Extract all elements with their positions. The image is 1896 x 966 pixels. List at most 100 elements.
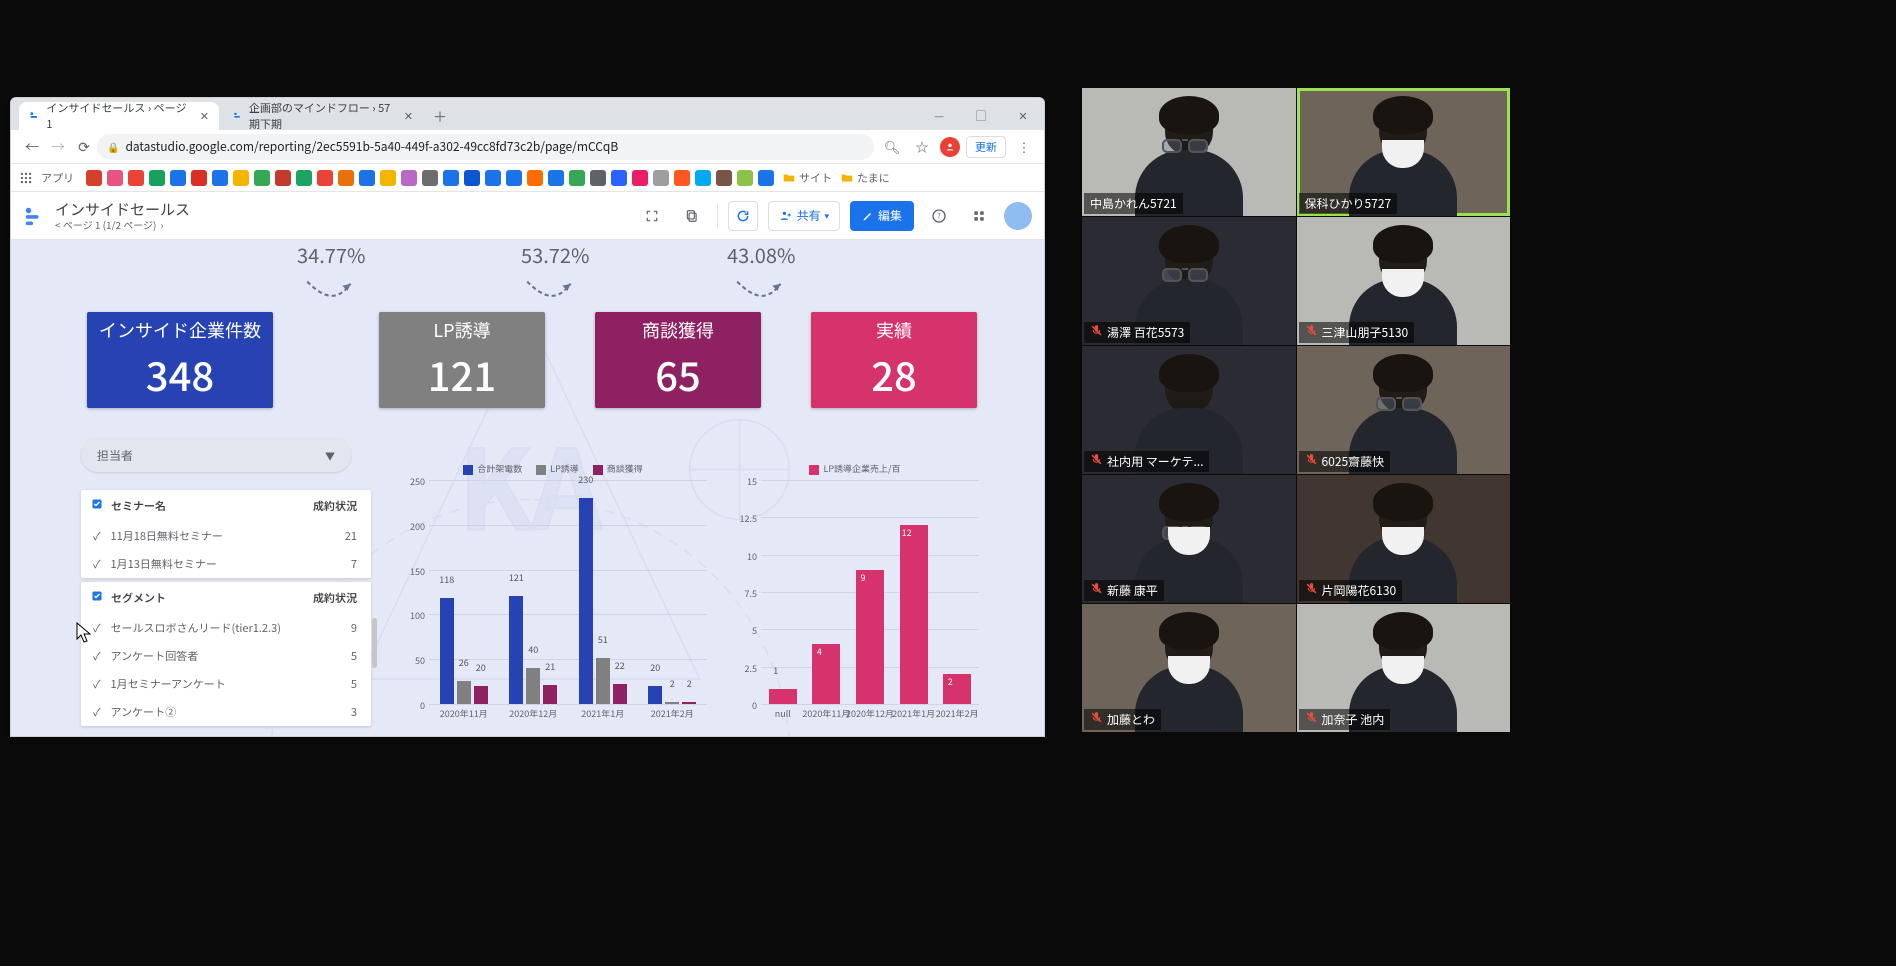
chrome-menu[interactable]: ⋮: [1012, 137, 1036, 156]
seminar-row-1[interactable]: ✓1月13日無料セミナー7: [81, 550, 371, 578]
kpi-card-0[interactable]: インサイド企業件数348: [87, 312, 273, 408]
refresh-data-button[interactable]: [728, 201, 758, 231]
tab-1-close[interactable]: ✕: [404, 108, 413, 124]
new-tab-button[interactable]: ＋: [427, 104, 453, 130]
bookmark-icon-9[interactable]: [275, 170, 291, 186]
video-tile-8[interactable]: 加藤とわ: [1082, 604, 1296, 732]
bookmark-icon-11[interactable]: [317, 170, 333, 186]
bookmark-icon-16[interactable]: [422, 170, 438, 186]
video-tile-5[interactable]: 6025齋藤快: [1297, 346, 1511, 474]
video-tile-3[interactable]: 三津山朋子5130: [1297, 217, 1511, 345]
scrollbar-thumb[interactable]: [372, 618, 377, 668]
bar[interactable]: [769, 689, 797, 704]
bookmarks-apps-label[interactable]: アプリ: [41, 170, 74, 186]
bookmark-icon-19[interactable]: [485, 170, 501, 186]
bar[interactable]: [457, 681, 471, 704]
nav-reload[interactable]: ⟳: [71, 137, 97, 157]
chrome-profile-badge[interactable]: [940, 137, 960, 157]
segment-row-2[interactable]: ✓1月セミナーアンケート5: [81, 670, 371, 698]
bar[interactable]: [509, 596, 523, 704]
user-avatar[interactable]: [1004, 202, 1032, 230]
bar[interactable]: [474, 686, 488, 704]
bar[interactable]: [579, 498, 593, 704]
checkbox-icon[interactable]: [91, 498, 103, 514]
fullscreen-icon[interactable]: [637, 201, 667, 231]
segment-row-3[interactable]: ✓アンケート②3: [81, 698, 371, 726]
bookmark-icon-7[interactable]: [233, 170, 249, 186]
nav-fwd[interactable]: →: [45, 137, 71, 157]
help-icon[interactable]: ?: [924, 201, 954, 231]
tab-1[interactable]: 企画部のマインドフロー › 57期下期 ✕: [223, 102, 423, 130]
kpi-card-1[interactable]: LP誘導121: [379, 312, 545, 408]
bookmark-icon-13[interactable]: [359, 170, 375, 186]
tab-0-close[interactable]: ✕: [200, 108, 209, 124]
bar[interactable]: [856, 570, 884, 704]
video-tile-7[interactable]: 片岡陽花6130: [1297, 475, 1511, 603]
bookmark-folder-0[interactable]: サイト: [782, 170, 832, 186]
video-tile-6[interactable]: 新藤 康平: [1082, 475, 1296, 603]
bookmark-icon-2[interactable]: [128, 170, 144, 186]
kpi-card-3[interactable]: 実績28: [811, 312, 977, 408]
bookmark-icon-20[interactable]: [506, 170, 522, 186]
omnibox[interactable]: 🔒 datastudio.google.com/reporting/2ec559…: [97, 134, 874, 160]
apps-icon[interactable]: [19, 171, 33, 185]
share-button[interactable]: 共有 ▾: [768, 201, 840, 231]
bookmark-icon-21[interactable]: [527, 170, 543, 186]
assignee-selector[interactable]: 担当者 ▼: [81, 438, 351, 472]
copy-icon[interactable]: [677, 201, 707, 231]
tab-0[interactable]: インサイドセールス › ページ 1 ✕: [19, 102, 219, 130]
grid-mode-icon[interactable]: [964, 201, 994, 231]
bookmark-icon-30[interactable]: [716, 170, 732, 186]
bookmark-icon-8[interactable]: [254, 170, 270, 186]
video-tile-2[interactable]: 湯澤 百花5573: [1082, 217, 1296, 345]
bookmark-icon-6[interactable]: [212, 170, 228, 186]
win-max[interactable]: ▢: [960, 102, 1002, 130]
chrome-update-button[interactable]: 更新: [966, 136, 1006, 158]
bar[interactable]: [648, 686, 662, 704]
kpi-card-2[interactable]: 商談獲得65: [595, 312, 761, 408]
bookmark-icon-27[interactable]: [653, 170, 669, 186]
bookmark-icon-10[interactable]: [296, 170, 312, 186]
segment-row-0[interactable]: ✓セールスロボさんリード(tier1.2.3)9: [81, 614, 371, 642]
bar[interactable]: [526, 668, 540, 704]
bookmark-icon-22[interactable]: [548, 170, 564, 186]
bookmark-icon-15[interactable]: [401, 170, 417, 186]
video-tile-1[interactable]: 保科ひかり5727: [1297, 88, 1511, 216]
page-indicator[interactable]: < ページ 1 (1/2 ページ) ›: [55, 219, 190, 231]
video-tile-9[interactable]: 加奈子 池内: [1297, 604, 1511, 732]
bookmark-icon-0[interactable]: [86, 170, 102, 186]
edit-button[interactable]: 編集: [850, 201, 914, 231]
bookmark-icon-12[interactable]: [338, 170, 354, 186]
bar[interactable]: [900, 525, 928, 704]
bookmark-icon-23[interactable]: [569, 170, 585, 186]
bar[interactable]: [665, 702, 679, 704]
video-tile-0[interactable]: 中島かれん5721: [1082, 88, 1296, 216]
bookmark-icon-18[interactable]: [464, 170, 480, 186]
bar[interactable]: [596, 658, 610, 704]
bookmark-icon-1[interactable]: [107, 170, 123, 186]
win-close[interactable]: ✕: [1002, 102, 1044, 130]
star-icon[interactable]: ☆: [910, 137, 934, 156]
bookmark-folder-1[interactable]: たまに: [840, 170, 890, 186]
bookmark-icon-29[interactable]: [695, 170, 711, 186]
video-tile-4[interactable]: 社内用 マーケテ...: [1082, 346, 1296, 474]
bar[interactable]: [613, 684, 627, 704]
bar[interactable]: [682, 702, 696, 704]
nav-back[interactable]: ←: [19, 137, 45, 157]
bookmark-icon-25[interactable]: [611, 170, 627, 186]
search-in-page-icon[interactable]: 🔍︎: [880, 137, 904, 156]
bookmark-icon-32[interactable]: [758, 170, 774, 186]
checkbox-icon[interactable]: [91, 590, 103, 606]
seminar-row-0[interactable]: ✓11月18日無料セミナー21: [81, 522, 371, 550]
bar[interactable]: [440, 598, 454, 704]
bar[interactable]: [543, 685, 557, 704]
bookmark-icon-4[interactable]: [170, 170, 186, 186]
bookmark-icon-24[interactable]: [590, 170, 606, 186]
bookmark-icon-31[interactable]: [737, 170, 753, 186]
bookmark-icon-17[interactable]: [443, 170, 459, 186]
bookmark-icon-28[interactable]: [674, 170, 690, 186]
bookmark-icon-26[interactable]: [632, 170, 648, 186]
win-min[interactable]: —: [918, 102, 960, 130]
bookmark-icon-14[interactable]: [380, 170, 396, 186]
segment-row-1[interactable]: ✓アンケート回答者5: [81, 642, 371, 670]
